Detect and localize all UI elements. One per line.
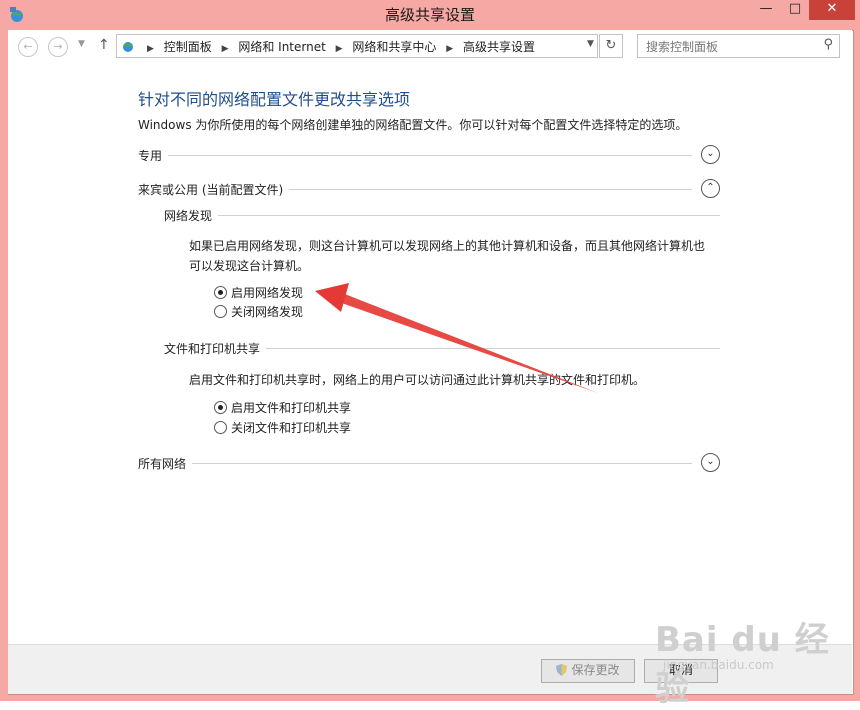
window-title: 高级共享设置 [384, 6, 475, 24]
address-bar[interactable]: ▶ 控制面板 ▶ 网络和 Internet ▶ 网络和共享中心 ▶ 高级共享设置… [116, 34, 598, 58]
control-panel-icon [123, 42, 133, 52]
breadcrumb-separator[interactable]: ▶ [222, 44, 229, 54]
save-changes-label[interactable]: 保存更改 [571, 663, 619, 677]
breadcrumb-separator[interactable]: ▶ [336, 44, 343, 54]
radio-label[interactable]: 启用文件和打印机共享 [231, 401, 351, 415]
address-dropdown[interactable]: ▼ [587, 39, 594, 49]
network-discovery-text-line1: 如果已启用网络发现，则这台计算机可以发现网络上的其他计算机和设备，而且其他网络计… [189, 239, 706, 253]
expand-chevron-icon[interactable]: ⌄ [701, 145, 720, 164]
divider [138, 463, 692, 464]
breadcrumb-advanced-sharing[interactable]: 高级共享设置 [463, 40, 535, 54]
baidu-watermark-url: jingyan.baidu.com [663, 658, 774, 672]
up-button[interactable]: ↑ [98, 37, 110, 53]
profile-guest-public[interactable]: 来宾或公用 (当前配置文件) ⌃ [138, 179, 720, 201]
forward-button[interactable]: → [48, 37, 68, 57]
radio-unselected-icon[interactable] [214, 421, 227, 434]
breadcrumb-network-sharing-center[interactable]: 网络和共享中心 [352, 40, 436, 54]
main-content: 针对不同的网络配置文件更改共享选项 Windows 为你所使用的每个网络创建单独… [8, 64, 852, 644]
search-placeholder: 搜索控制面板 [646, 40, 719, 54]
page-title: 针对不同的网络配置文件更改共享选项 [138, 90, 411, 109]
network-discovery-description: 如果已启用网络发现，则这台计算机可以发现网络上的其他计算机和设备，而且其他网络计… [189, 236, 705, 276]
breadcrumb-control-panel[interactable]: 控制面板 [164, 40, 212, 54]
collapse-chevron-icon[interactable]: ⌃ [701, 179, 720, 198]
profile-guest-label: 来宾或公用 (当前配置文件) [138, 181, 290, 198]
expand-chevron-icon[interactable]: ⌄ [701, 453, 720, 472]
search-icon[interactable]: ⚲ [823, 37, 833, 52]
radio-selected-icon[interactable] [214, 401, 227, 414]
network-discovery-title: 网络发现 [164, 207, 219, 224]
profile-private[interactable]: 专用 ⌄ [138, 145, 720, 167]
file-printer-sharing-section: 文件和打印机共享 [164, 340, 720, 357]
title-bar[interactable]: 高级共享设置 — □ ✕ [0, 0, 860, 30]
breadcrumb-separator[interactable]: ▶ [446, 44, 453, 54]
radio-label[interactable]: 关闭文件和打印机共享 [231, 421, 351, 435]
back-button[interactable]: ← [18, 37, 38, 57]
search-box[interactable]: 搜索控制面板 ⚲ [637, 34, 840, 58]
radio-enable-network-discovery[interactable]: 启用网络发现 [214, 284, 303, 302]
minimize-button[interactable]: — [752, 0, 780, 20]
file-printer-sharing-description: 启用文件和打印机共享时，网络上的用户可以访问通过此计算机共享的文件和打印机。 [189, 373, 646, 387]
file-printer-sharing-title: 文件和打印机共享 [164, 340, 267, 357]
profile-all-networks[interactable]: 所有网络 ⌄ [138, 453, 720, 475]
radio-selected-icon[interactable] [214, 286, 227, 299]
save-changes-button[interactable]: 保存更改 [541, 659, 635, 683]
profile-all-networks-label: 所有网络 [138, 455, 193, 472]
close-button[interactable]: ✕ [809, 0, 855, 20]
radio-label[interactable]: 启用网络发现 [231, 286, 303, 300]
breadcrumb-separator: ▶ [147, 44, 154, 54]
uac-shield-icon [556, 664, 568, 676]
radio-label[interactable]: 关闭网络发现 [231, 305, 303, 319]
recent-locations-dropdown[interactable]: ▼ [78, 39, 85, 49]
radio-unselected-icon[interactable] [214, 305, 227, 318]
page-description: Windows 为你所使用的每个网络创建单独的网络配置文件。你可以针对每个配置文… [138, 118, 688, 132]
divider [138, 155, 692, 156]
radio-disable-file-sharing[interactable]: 关闭文件和打印机共享 [214, 419, 351, 437]
profile-private-label: 专用 [138, 147, 169, 164]
divider [164, 215, 720, 216]
radio-enable-file-sharing[interactable]: 启用文件和打印机共享 [214, 399, 351, 417]
refresh-button[interactable]: ↻ [599, 34, 623, 58]
breadcrumb: ▶ 控制面板 ▶ 网络和 Internet ▶ 网络和共享中心 ▶ 高级共享设置 [141, 38, 535, 55]
network-discovery-text-line2: 可以发现这台计算机。 [189, 259, 310, 273]
radio-disable-network-discovery[interactable]: 关闭网络发现 [214, 303, 303, 321]
window-frame: 高级共享设置 — □ ✕ ← → ▼ ↑ ▶ 控制面板 ▶ 网络和 Intern… [0, 0, 860, 709]
network-discovery-section: 网络发现 [164, 207, 720, 224]
navigation-bar: ← → ▼ ↑ ▶ 控制面板 ▶ 网络和 Internet ▶ 网络和共享中心 … [8, 30, 852, 64]
maximize-button[interactable]: □ [781, 0, 809, 20]
breadcrumb-network-internet[interactable]: 网络和 Internet [238, 40, 325, 54]
